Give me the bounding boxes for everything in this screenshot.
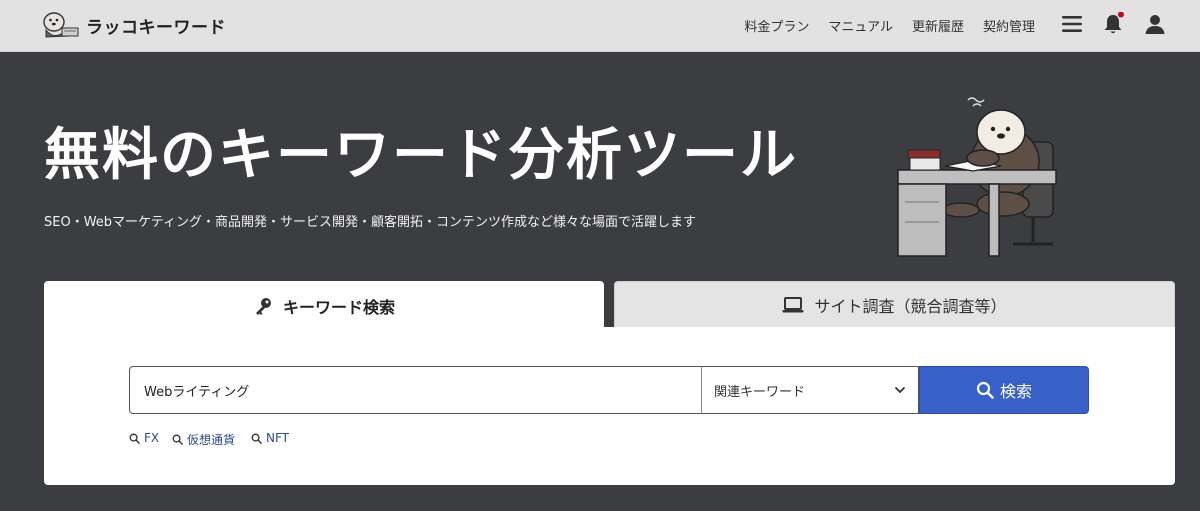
search-icon bbox=[129, 433, 140, 444]
search-mode-value: 関連キーワード bbox=[714, 384, 806, 400]
search-button[interactable]: 検索 bbox=[919, 366, 1089, 414]
site-header: ラッコキーワード 料金プラン マニュアル 更新履歴 契約管理 bbox=[0, 0, 1200, 52]
suggestion-link-fx[interactable]: FX bbox=[129, 431, 159, 445]
nav-manual-link[interactable]: マニュアル bbox=[828, 16, 893, 35]
search-icon bbox=[976, 381, 994, 399]
header-nav: 料金プラン マニュアル 更新履歴 契約管理 bbox=[744, 16, 1035, 35]
otter-mascot-illustration bbox=[893, 92, 1068, 264]
chevron-down-icon bbox=[894, 386, 906, 394]
tab-keyword-search[interactable]: キーワード検索 bbox=[44, 281, 604, 331]
suggestion-label: 仮想通貨 bbox=[187, 433, 236, 447]
menu-icon[interactable] bbox=[1060, 12, 1084, 36]
suggestion-label: NFT bbox=[266, 431, 289, 445]
search-icon bbox=[172, 434, 183, 445]
tab-keyword-search-label: キーワード検索 bbox=[282, 298, 395, 317]
site-logo[interactable]: ラッコキーワード bbox=[42, 8, 226, 42]
suggestion-link-crypto[interactable]: 仮想通貨 bbox=[172, 431, 235, 448]
logo-text: ラッコキーワード bbox=[86, 17, 226, 38]
key-icon bbox=[255, 298, 271, 315]
search-button-label: 検索 bbox=[999, 382, 1032, 401]
search-mode-select[interactable]: 関連キーワード bbox=[701, 366, 919, 414]
nav-pricing-link[interactable]: 料金プラン bbox=[744, 16, 809, 35]
user-icon[interactable] bbox=[1143, 12, 1167, 36]
tab-site-research-label: サイト調査（競合調査等） bbox=[814, 297, 1007, 316]
hero-title: 無料のキーワード分析ツール bbox=[44, 123, 798, 188]
nav-changelog-link[interactable]: 更新履歴 bbox=[912, 16, 964, 35]
keyword-search-input[interactable] bbox=[129, 366, 705, 414]
suggestion-label: FX bbox=[144, 431, 160, 445]
search-panel: 関連キーワード 検索 FX 仮想通貨 NFT bbox=[44, 327, 1175, 485]
search-icon bbox=[251, 433, 262, 444]
laptop-icon bbox=[782, 297, 804, 313]
nav-contract-link[interactable]: 契約管理 bbox=[983, 16, 1035, 35]
tab-site-research[interactable]: サイト調査（競合調査等） bbox=[614, 281, 1175, 328]
otter-logo-icon bbox=[43, 12, 79, 38]
suggestion-link-nft[interactable]: NFT bbox=[251, 431, 289, 445]
hero-subtitle: SEO・Webマーケティング・商品開発・サービス開発・顧客開拓・コンテンツ作成な… bbox=[44, 215, 697, 230]
notification-dot bbox=[1118, 11, 1124, 18]
bell-icon[interactable] bbox=[1101, 11, 1125, 36]
